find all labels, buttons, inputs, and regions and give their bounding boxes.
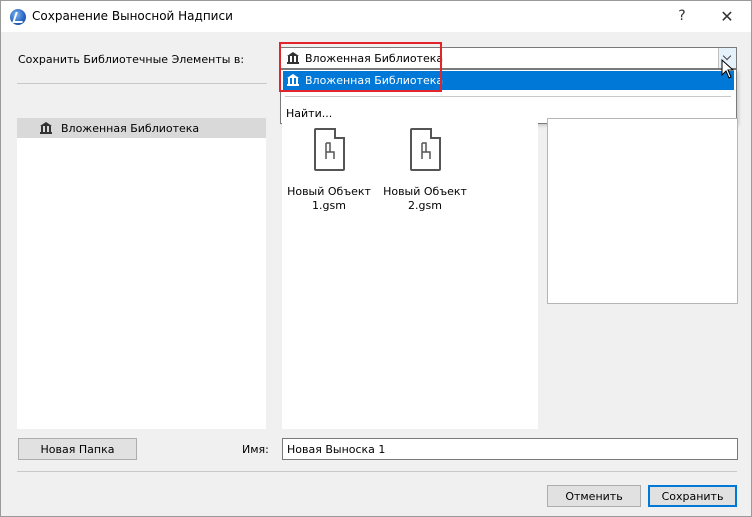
window-title: Сохранение Выносной Надписи <box>32 9 233 23</box>
preview-panel <box>547 118 738 304</box>
mouse-cursor-icon <box>721 59 735 79</box>
archicad-app-icon <box>10 9 26 25</box>
save-location-dropdown: Вложенная Библиотека Найти... <box>280 69 737 124</box>
name-label: Имя: <box>242 443 269 456</box>
save-button[interactable]: Сохранить <box>648 485 737 507</box>
combobox-value: Вложенная Библиотека <box>305 52 444 65</box>
save-label-dialog: Сохранение Выносной Надписи ? ✕ Сохранит… <box>0 0 752 517</box>
file-name: Новый Объект 1.gsm <box>284 185 374 213</box>
save-location-combobox[interactable]: Вложенная Библиотека <box>280 47 737 69</box>
file-name: Новый Объект 2.gsm <box>380 185 470 213</box>
cancel-button[interactable]: Отменить <box>547 485 641 507</box>
footer-divider <box>17 471 737 472</box>
title-bar: Сохранение Выносной Надписи ? ✕ <box>1 1 751 32</box>
file-item[interactable]: Новый Объект 1.gsm <box>284 128 374 213</box>
new-folder-button[interactable]: Новая Папка <box>18 438 137 460</box>
name-input-value: Новая Выноска 1 <box>287 443 386 456</box>
file-name-line: 2.gsm <box>408 199 442 212</box>
tree-item-label: Вложенная Библиотека <box>61 122 200 135</box>
file-browser-panel: Новый Объект 1.gsm Новый Объект 2.gsm <box>282 118 538 429</box>
tree-item-embedded-library[interactable]: Вложенная Библиотека <box>17 118 266 138</box>
chair-document-icon <box>409 128 441 171</box>
file-name-line: Новый Объект <box>287 185 371 198</box>
dropdown-option-embedded-library[interactable]: Вложенная Библиотека <box>283 71 734 90</box>
name-input[interactable]: Новая Выноска 1 <box>282 438 738 460</box>
file-name-line: Новый Объект <box>383 185 467 198</box>
divider <box>17 83 267 84</box>
chair-document-icon <box>313 128 345 171</box>
library-icon <box>40 122 53 135</box>
save-to-label: Сохранить Библиотечные Элементы в: <box>18 53 245 66</box>
close-button[interactable]: ✕ <box>708 1 746 32</box>
library-icon <box>287 52 300 65</box>
help-button[interactable]: ? <box>663 1 701 32</box>
library-tree-panel: Вложенная Библиотека <box>17 118 266 429</box>
file-item[interactable]: Новый Объект 2.gsm <box>380 128 470 213</box>
library-icon <box>287 74 300 87</box>
dropdown-option-label: Вложенная Библиотека <box>305 74 444 87</box>
file-name-line: 1.gsm <box>312 199 346 212</box>
dropdown-separator <box>285 96 731 97</box>
